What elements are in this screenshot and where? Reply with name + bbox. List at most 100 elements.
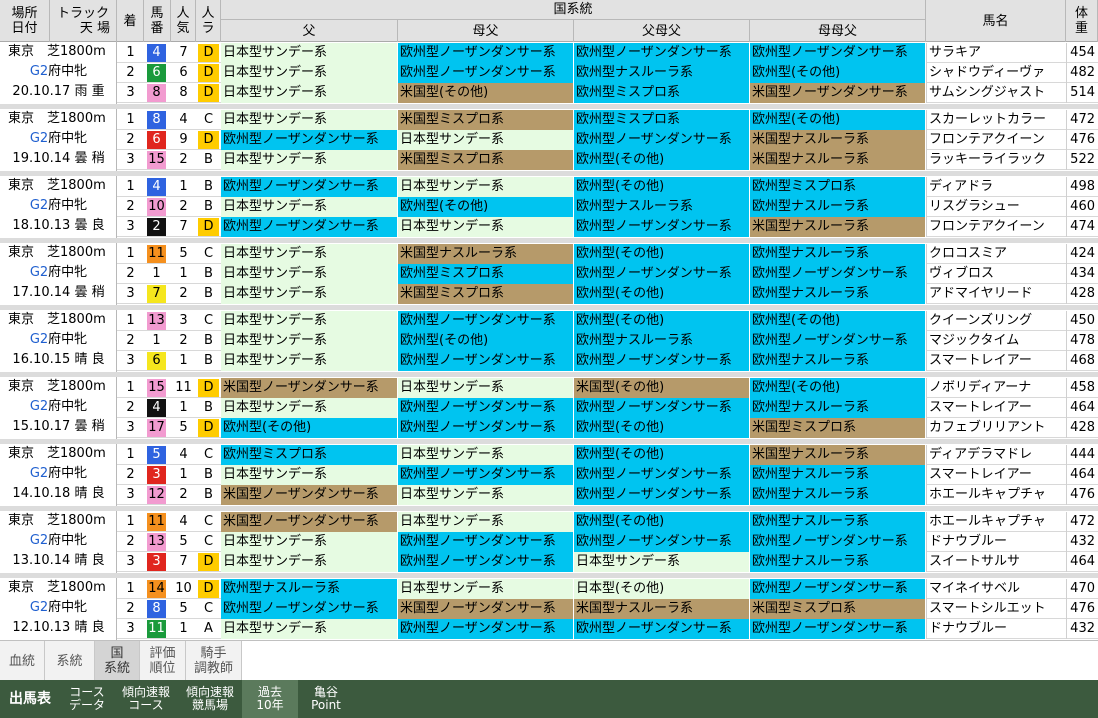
race-group: 東京 芝1800m G2府中牝 19.10.14 曇 稍 1 8 4 C 日本型サンデー系 米国… (0, 109, 1098, 171)
nav-past-10-years[interactable]: 過去 10年 (242, 680, 298, 718)
rank-mark: C (203, 447, 214, 462)
horse-number-badge: 6 (147, 64, 166, 82)
horse-name[interactable]: ディアドラ (926, 177, 1066, 197)
rank-mark: B (204, 179, 213, 194)
horse-name[interactable]: スカーレットカラー (926, 110, 1066, 130)
dam-dam-sire-lineage: 欧州型ノーザンダンサー系 (750, 43, 926, 63)
horse-name[interactable]: リスグラシュー (926, 197, 1066, 217)
horse-name[interactable]: フロンテアクイーン (926, 217, 1066, 237)
nav-race-card[interactable]: 出馬表 (0, 680, 60, 718)
horse-name[interactable]: ホエールキャプチャ (926, 512, 1066, 532)
nav-course-data[interactable]: コース データ (60, 680, 114, 718)
popularity: 1 (179, 353, 188, 368)
table-row: 3 11 1 A 日本型サンデー系 欧州型ノーザンダンサー系 欧州型ノーザンダンサー系 欧州型… (117, 619, 1098, 639)
race-date-condition: 19.10.14 曇 稍 (12, 151, 105, 166)
horse-name[interactable]: ラッキーライラック (926, 150, 1066, 170)
horse-weight: 432 (1066, 619, 1098, 639)
dam-sire-lineage: 欧州型ノーザンダンサー系 (398, 619, 574, 639)
horse-name[interactable]: ヴィブロス (926, 264, 1066, 284)
horse-name[interactable]: マイネイサベル (926, 579, 1066, 599)
race-title[interactable]: G2府中牝 (0, 129, 117, 149)
dam-sire-lineage: 欧州型ノーザンダンサー系 (398, 532, 574, 552)
race-title[interactable]: G2府中牝 (0, 330, 117, 350)
race-title[interactable]: G2府中牝 (0, 62, 117, 82)
finish-position: 1 (126, 380, 135, 395)
header-horse-name: 馬名 (926, 0, 1066, 42)
horse-name[interactable]: クロコスミア (926, 244, 1066, 264)
race-info: 東京 芝1800m G2府中牝 12.10.13 晴 良 (0, 578, 117, 640)
horse-name[interactable]: スマートレイアー (926, 398, 1066, 418)
tab-rating-rank[interactable]: 評価 順位 (140, 641, 186, 681)
table-row: 2 1 1 B 日本型サンデー系 欧州型ミスプロ系 欧州型ノーザンダンサー系 欧州型ノーザンダ… (117, 264, 1098, 284)
rank-mark: B (204, 152, 213, 167)
race-title[interactable]: G2府中牝 (0, 397, 117, 417)
popularity: 2 (179, 487, 188, 502)
horse-name[interactable]: ノボリディアーナ (926, 378, 1066, 398)
horse-name[interactable]: フロンテアクイーン (926, 130, 1066, 150)
race-name: 府中牝 (48, 466, 88, 481)
horse-name[interactable]: スマートレイアー (926, 465, 1066, 485)
nav-trend-track[interactable]: 傾向速報 競馬場 (178, 680, 242, 718)
table-header: 場所 日付 トラック 天 場 着 馬番 人気 人ラ 国系統 父 母父 父母父 母… (0, 0, 1098, 42)
race-place-track: 東京 芝1800m (8, 580, 106, 595)
horse-name[interactable]: カフェブリリアント (926, 418, 1066, 438)
rank-mark: B (204, 400, 213, 415)
sire-lineage: 欧州型ノーザンダンサー系 (221, 130, 398, 150)
tab-bloodline[interactable]: 血統 (0, 641, 45, 681)
table-row: 1 4 1 B 欧州型ノーザンダンサー系 日本型サンデー系 欧州型(その他) 欧州型ミスプロ系… (117, 177, 1098, 197)
tab-country-lineage[interactable]: 国 系統 (95, 641, 140, 681)
race-title[interactable]: G2府中牝 (0, 464, 117, 484)
sire-lineage: 日本型サンデー系 (221, 83, 398, 103)
horse-name[interactable]: マジックタイム (926, 331, 1066, 351)
tab-lineage[interactable]: 系統 (45, 641, 95, 681)
horse-name[interactable]: アドマイヤリード (926, 284, 1066, 304)
dam-dam-sire-lineage: 米国型ミスプロ系 (750, 599, 926, 619)
table-row: 1 11 5 C 日本型サンデー系 米国型ナスルーラ系 欧州型(その他) 欧州型ナスルーラ系ク… (117, 244, 1098, 264)
horse-name[interactable]: シャドウディーヴァ (926, 63, 1066, 83)
sire-lineage: 日本型サンデー系 (221, 284, 398, 304)
dam-sire-lineage: 欧州型ノーザンダンサー系 (398, 465, 574, 485)
sire-lineage: 日本型サンデー系 (221, 331, 398, 351)
dam-sire-lineage: 米国型ミスプロ系 (398, 110, 574, 130)
rank-mark: D (198, 218, 219, 236)
popularity: 5 (179, 601, 188, 616)
popularity: 9 (179, 132, 188, 147)
sire-lineage: 日本型サンデー系 (221, 150, 398, 170)
horse-weight: 522 (1066, 150, 1098, 170)
horse-weight: 482 (1066, 63, 1098, 83)
sire-lineage: 日本型サンデー系 (221, 197, 398, 217)
finish-position: 3 (126, 286, 135, 301)
horse-weight: 434 (1066, 264, 1098, 284)
sire-dam-sire-lineage: 欧州型ノーザンダンサー系 (574, 485, 750, 505)
sire-lineage: 米国型ノーザンダンサー系 (221, 378, 398, 398)
horse-name[interactable]: サムシングジャスト (926, 83, 1066, 103)
tab-jockey-trainer[interactable]: 騎手 調教師 (186, 641, 242, 681)
rank-mark: B (204, 333, 213, 348)
rank-mark: C (203, 112, 214, 127)
rank-mark: B (204, 353, 213, 368)
sire-dam-sire-lineage: 欧州型ノーザンダンサー系 (574, 532, 750, 552)
nav-kametani-point[interactable]: 亀谷 Point (298, 680, 354, 718)
horse-name[interactable]: クイーンズリング (926, 311, 1066, 331)
table-row: 1 15 11 D 米国型ノーザンダンサー系 日本型サンデー系 米国型(その他) 欧州型(その… (117, 378, 1098, 398)
horse-name[interactable]: サラキア (926, 43, 1066, 63)
race-title[interactable]: G2府中牝 (0, 531, 117, 551)
horse-name[interactable]: ドナウブルー (926, 619, 1066, 639)
table-row: 1 4 7 D 日本型サンデー系 欧州型ノーザンダンサー系 欧州型ノーザンダンサー系 欧州型ノ… (117, 43, 1098, 63)
horse-name[interactable]: スイートサルサ (926, 552, 1066, 572)
horse-name[interactable]: スマートシルエット (926, 599, 1066, 619)
horse-name[interactable]: ホエールキャプチャ (926, 485, 1066, 505)
horse-name[interactable]: ドナウブルー (926, 532, 1066, 552)
horse-name[interactable]: スマートレイアー (926, 351, 1066, 371)
race-group: 東京 芝1800m G2府中牝 18.10.13 曇 良 1 4 1 B 欧州型ノーザンダンサ… (0, 176, 1098, 238)
popularity: 8 (179, 85, 188, 100)
sire-dam-sire-lineage: 欧州型ノーザンダンサー系 (574, 130, 750, 150)
race-title[interactable]: G2府中牝 (0, 598, 117, 618)
race-title[interactable]: G2府中牝 (0, 263, 117, 283)
horse-name[interactable]: ディアデラマドレ (926, 445, 1066, 465)
nav-trend-course[interactable]: 傾向速報 コース (114, 680, 178, 718)
horse-weight: 498 (1066, 177, 1098, 197)
table-row: 2 4 1 B 日本型サンデー系 欧州型ノーザンダンサー系 欧州型ノーザンダンサー系 欧州型ナ… (117, 398, 1098, 418)
rank-mark: C (203, 514, 214, 529)
race-title[interactable]: G2府中牝 (0, 196, 117, 216)
